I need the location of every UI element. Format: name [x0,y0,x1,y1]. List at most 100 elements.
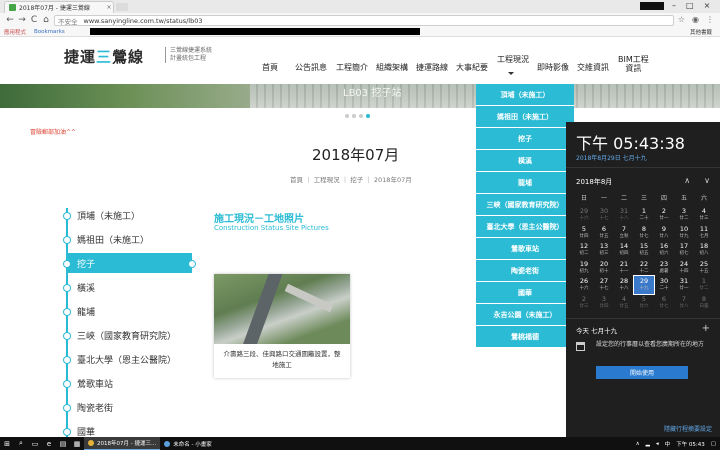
calendar-day[interactable]: 2 廿三 [574,294,594,312]
calendar-day[interactable]: 27 十七 [594,276,614,294]
reload-icon[interactable]: C [28,15,40,25]
carousel-dot[interactable] [359,114,363,118]
menu-icon[interactable]: ⋮ [706,15,714,24]
hide-agenda-link[interactable]: 隱藏行程摘要設定 [664,424,712,433]
url-text[interactable]: www.sanyingline.com.tw/status/lb03 [84,17,203,25]
address-bar[interactable]: 不安全 www.sanyingline.com.tw/status/lb03 [54,15,674,26]
dropdown-item[interactable]: 鶯桃福德 [476,326,574,348]
nav-bim[interactable]: BIM工程 資訊 [618,55,649,73]
calendar-day[interactable]: 23 處暑 [654,259,674,277]
calendar-day[interactable]: 4 廿三 [694,206,714,224]
calendar-day[interactable]: 1 廿二 [694,276,714,294]
calendar-day[interactable]: 5 廿四 [574,224,594,242]
dropdown-item[interactable]: 頂埔（未施工） [476,84,574,106]
calendar-day[interactable]: 11 七月 [694,224,714,242]
calendar-day[interactable]: 2 廿一 [654,206,674,224]
calendar-day[interactable]: 9 廿八 [654,224,674,242]
home-icon[interactable]: ⌂ [40,15,52,25]
calendar-day[interactable]: 24 十四 [674,259,694,277]
photo-card[interactable]: 介壽路三段、佳興路口交通圍籬設置，整 地施工 [214,274,350,378]
bookmarks-folder[interactable]: Bookmarks [34,29,65,35]
network-icon[interactable]: ▂ [646,441,650,447]
sidebar-item[interactable]: 陶瓷老街 [63,397,192,417]
nav-project-intro[interactable]: 工程簡介 [336,62,368,73]
search-icon[interactable]: ⌕ [14,437,28,450]
sidebar-item[interactable]: 臺北大學（恩主公醫院） [63,349,192,369]
chevron-down-icon[interactable]: ∨ [704,176,710,185]
calendar-day[interactable]: 6 廿七 [654,294,674,312]
nav-news[interactable]: 公告訊息 [295,62,327,73]
forward-icon[interactable]: → [16,15,28,25]
nav-traffic-info[interactable]: 交維資訊 [577,62,609,73]
calendar-day[interactable]: 8 廿七 [634,224,654,242]
sidebar-item[interactable]: 三峽（國家教育研究院） [63,325,192,345]
calendar-day[interactable]: 15 初五 [634,241,654,259]
sidebar-item[interactable]: 鶯歌車站 [63,373,192,393]
nav-live-video[interactable]: 即時影像 [537,62,569,73]
nav-status[interactable]: 工程現況 [497,54,529,65]
carousel-dot[interactable] [352,114,356,118]
close-window-button[interactable]: × [704,1,711,10]
calendar-day-today[interactable]: 29 十九 [633,275,655,295]
store-icon[interactable]: ▦ [70,437,84,450]
site-photo[interactable] [214,274,350,344]
calendar-day[interactable]: 10 廿九 [674,224,694,242]
back-icon[interactable]: ← [4,15,16,25]
minimize-button[interactable]: – [672,1,676,10]
calendar-day[interactable]: 31 廿一 [674,276,694,294]
calendar-day[interactable]: 6 廿五 [594,224,614,242]
calendar-day[interactable]: 30 二十 [654,276,674,294]
dropdown-item[interactable]: 國華 [476,282,574,304]
dropdown-item[interactable]: 臺北大學（恩主公醫院） [476,216,574,238]
security-indicator[interactable]: 不安全 [58,16,78,26]
sidebar-item[interactable]: 橫溪 [63,277,192,297]
calendar-day[interactable]: 12 初二 [574,241,594,259]
file-explorer-icon[interactable]: ▤ [56,437,70,450]
nav-home[interactable]: 首頁 [262,62,278,73]
dropdown-item[interactable]: 鶯歌車站 [476,238,574,260]
taskbar-clock[interactable]: 下午 05:43 [676,440,705,448]
dropdown-item[interactable]: 挖子 [476,128,574,150]
nav-organization[interactable]: 組織架構 [376,62,408,73]
input-language[interactable]: 中 [665,440,671,448]
breadcrumb[interactable]: 首頁 ｜ 工程現況 ｜ 挖子 ｜ 2018年07月 [290,174,412,184]
calendar-day[interactable]: 4 廿五 [614,294,634,312]
calendar-day[interactable]: 13 初三 [594,241,614,259]
chevron-up-icon[interactable]: ∧ [684,176,690,185]
calendar-day[interactable]: 7 立秋 [614,224,634,242]
nav-route[interactable]: 捷運路線 [416,62,448,73]
carousel-dot-active[interactable] [366,114,370,118]
calendar-day[interactable]: 31 十八 [614,206,634,224]
tab-close-icon[interactable]: × [105,4,113,11]
extension-icon[interactable]: ◉ [692,15,699,24]
calendar-day[interactable]: 16 初六 [654,241,674,259]
sidebar-item[interactable]: 媽祖田（未施工） [63,229,192,249]
apps-bookmark[interactable]: 應用程式 [4,28,26,36]
calendar-day[interactable]: 18 初八 [694,241,714,259]
calendar-month[interactable]: 2018年8月 [576,177,612,187]
tray-chevron-icon[interactable]: ∧ [636,441,640,447]
calendar-day[interactable]: 20 初十 [594,259,614,277]
calendar-day[interactable]: 21 十一 [614,259,634,277]
calendar-day[interactable]: 3 廿二 [674,206,694,224]
bookmark-star-icon[interactable]: ☆ [678,15,685,24]
dropdown-item[interactable]: 橫溪 [476,150,574,172]
calendar-day[interactable]: 17 初七 [674,241,694,259]
calendar-day[interactable]: 14 初四 [614,241,634,259]
maximize-button[interactable]: □ [686,1,694,10]
dropdown-item[interactable]: 龍埔 [476,172,574,194]
get-started-button[interactable]: 開始使用 [596,366,688,379]
calendar-day[interactable]: 1 二十 [634,206,654,224]
calendar-day[interactable]: 28 十八 [614,276,634,294]
calendar-day[interactable]: 30 十七 [594,206,614,224]
calendar-day[interactable]: 25 十五 [694,259,714,277]
calendar-day[interactable]: 8 白露 [694,294,714,312]
task-view-icon[interactable]: ▭ [28,437,42,450]
calendar-day[interactable]: 3 廿四 [594,294,614,312]
clock-date[interactable]: 2018年8月29日 七月十九 [576,153,647,162]
sidebar-item[interactable]: 頂埔（未施工） [63,205,192,225]
calendar-day[interactable]: 26 十六 [574,276,594,294]
new-tab-button[interactable] [116,3,128,11]
calendar-day[interactable]: 22 十二 [634,259,654,277]
windows-start-icon[interactable]: ⊞ [0,437,14,450]
